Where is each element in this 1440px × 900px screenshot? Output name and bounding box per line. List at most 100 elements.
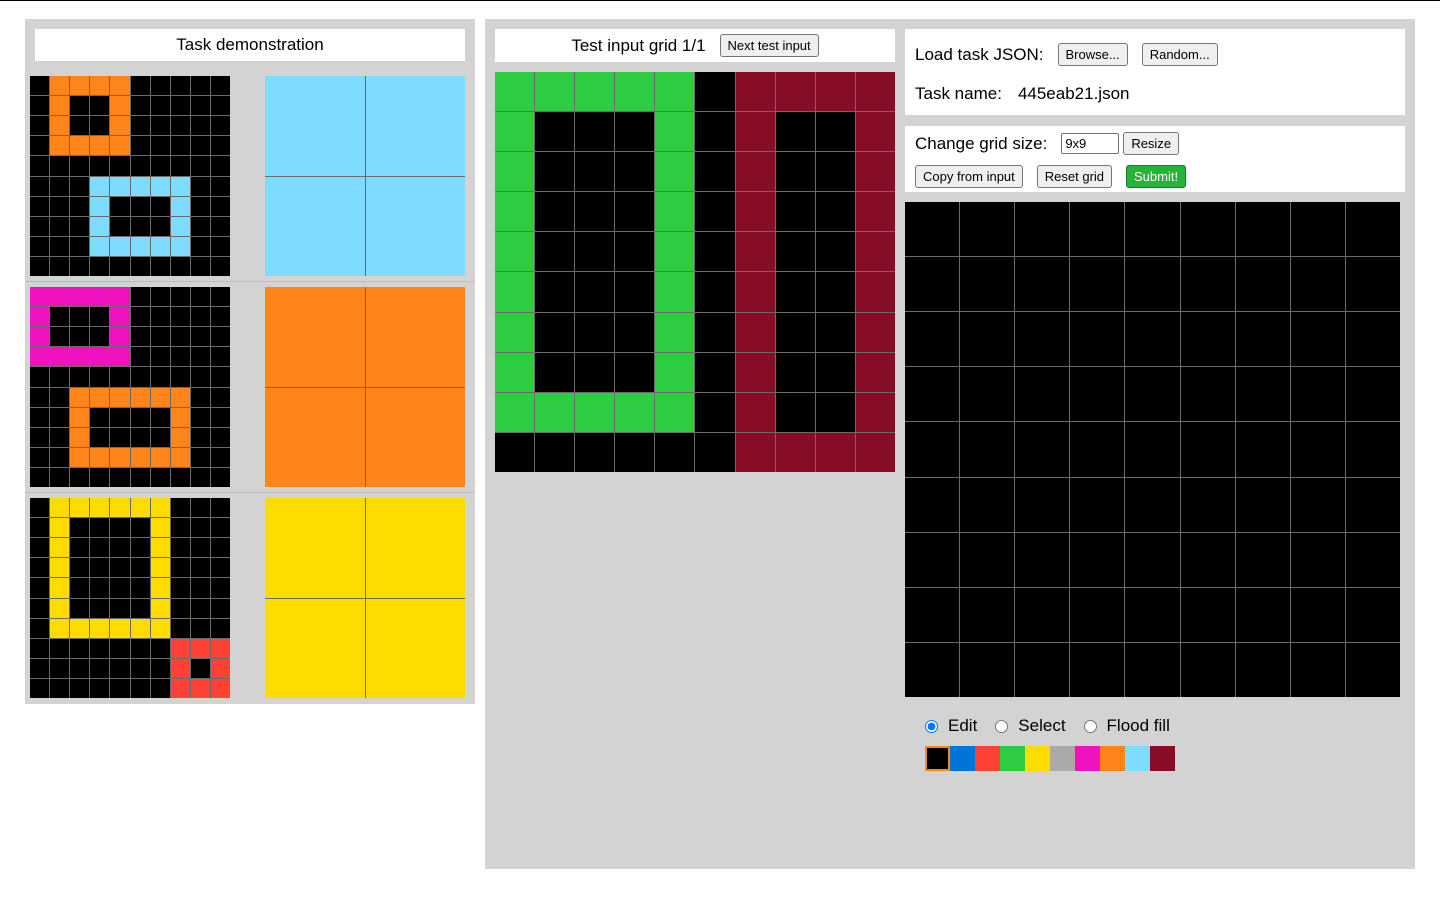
- grid-cell[interactable]: [1070, 202, 1125, 257]
- grid-cell[interactable]: [1345, 422, 1400, 477]
- grid-cell[interactable]: [1235, 257, 1290, 312]
- select-mode-radio[interactable]: [995, 719, 1009, 733]
- color-swatch[interactable]: [1075, 746, 1100, 771]
- grid-cell[interactable]: [1015, 312, 1070, 367]
- copy-from-input-button[interactable]: Copy from input: [915, 165, 1023, 188]
- grid-cell[interactable]: [1180, 532, 1235, 587]
- grid-cell[interactable]: [1290, 642, 1345, 697]
- grid-cell[interactable]: [1180, 422, 1235, 477]
- color-swatch[interactable]: [975, 746, 1000, 771]
- grid-cell[interactable]: [960, 202, 1015, 257]
- grid-cell[interactable]: [960, 532, 1015, 587]
- grid-cell[interactable]: [1015, 257, 1070, 312]
- grid-cell[interactable]: [1180, 477, 1235, 532]
- grid-cell[interactable]: [960, 587, 1015, 642]
- color-swatch[interactable]: [1050, 746, 1075, 771]
- grid-cell[interactable]: [1345, 477, 1400, 532]
- grid-cell[interactable]: [1235, 477, 1290, 532]
- grid-cell[interactable]: [1070, 312, 1125, 367]
- grid-cell[interactable]: [1015, 532, 1070, 587]
- reset-grid-button[interactable]: Reset grid: [1036, 165, 1113, 188]
- grid-cell[interactable]: [1015, 642, 1070, 697]
- grid-cell[interactable]: [1290, 532, 1345, 587]
- grid-cell[interactable]: [1015, 202, 1070, 257]
- grid-size-input[interactable]: [1061, 133, 1120, 154]
- color-swatch[interactable]: [1100, 746, 1125, 771]
- resize-button[interactable]: Resize: [1123, 132, 1180, 155]
- grid-cell[interactable]: [1125, 422, 1180, 477]
- grid-cell[interactable]: [1015, 587, 1070, 642]
- random-task-button[interactable]: Random...: [1141, 43, 1218, 66]
- grid-cell[interactable]: [905, 202, 960, 257]
- grid-cell[interactable]: [1180, 202, 1235, 257]
- next-test-input-button[interactable]: Next test input: [719, 34, 819, 57]
- color-swatch[interactable]: [1125, 746, 1150, 771]
- grid-cell[interactable]: [1070, 532, 1125, 587]
- grid-cell[interactable]: [1125, 367, 1180, 422]
- output-editor-grid[interactable]: [905, 202, 1400, 697]
- grid-cell[interactable]: [905, 422, 960, 477]
- grid-cell[interactable]: [905, 642, 960, 697]
- grid-cell[interactable]: [1345, 587, 1400, 642]
- grid-cell[interactable]: [1345, 642, 1400, 697]
- grid-cell[interactable]: [905, 532, 960, 587]
- grid-cell[interactable]: [1070, 587, 1125, 642]
- grid-cell[interactable]: [1015, 422, 1070, 477]
- grid-cell[interactable]: [905, 477, 960, 532]
- color-swatch[interactable]: [925, 746, 950, 771]
- grid-cell[interactable]: [1290, 422, 1345, 477]
- grid-cell[interactable]: [1290, 367, 1345, 422]
- grid-cell[interactable]: [1070, 257, 1125, 312]
- grid-cell[interactable]: [960, 642, 1015, 697]
- color-swatch[interactable]: [950, 746, 975, 771]
- grid-cell[interactable]: [1290, 312, 1345, 367]
- grid-cell[interactable]: [1235, 642, 1290, 697]
- grid-cell[interactable]: [905, 257, 960, 312]
- grid-cell[interactable]: [1070, 477, 1125, 532]
- grid-cell[interactable]: [1070, 642, 1125, 697]
- grid-cell[interactable]: [1070, 367, 1125, 422]
- grid-cell[interactable]: [1125, 477, 1180, 532]
- grid-cell[interactable]: [960, 477, 1015, 532]
- grid-cell[interactable]: [1070, 422, 1125, 477]
- grid-cell[interactable]: [960, 367, 1015, 422]
- grid-cell[interactable]: [1345, 257, 1400, 312]
- grid-cell[interactable]: [1125, 532, 1180, 587]
- grid-cell[interactable]: [905, 367, 960, 422]
- grid-cell[interactable]: [1180, 642, 1235, 697]
- grid-cell[interactable]: [1180, 367, 1235, 422]
- grid-cell[interactable]: [1235, 202, 1290, 257]
- grid-cell[interactable]: [1345, 367, 1400, 422]
- grid-cell[interactable]: [1235, 422, 1290, 477]
- grid-cell[interactable]: [960, 312, 1015, 367]
- grid-cell[interactable]: [1180, 587, 1235, 642]
- grid-cell[interactable]: [1235, 312, 1290, 367]
- grid-cell[interactable]: [1345, 202, 1400, 257]
- submit-button[interactable]: Submit!: [1126, 165, 1187, 188]
- grid-cell[interactable]: [905, 312, 960, 367]
- grid-cell[interactable]: [1235, 532, 1290, 587]
- grid-cell[interactable]: [1345, 532, 1400, 587]
- color-swatch[interactable]: [1025, 746, 1050, 771]
- grid-cell[interactable]: [1235, 367, 1290, 422]
- grid-cell[interactable]: [1015, 477, 1070, 532]
- grid-cell[interactable]: [1125, 202, 1180, 257]
- grid-cell[interactable]: [1180, 257, 1235, 312]
- grid-cell[interactable]: [1125, 642, 1180, 697]
- color-swatch[interactable]: [1000, 746, 1025, 771]
- grid-cell[interactable]: [1290, 587, 1345, 642]
- grid-cell[interactable]: [1125, 312, 1180, 367]
- grid-cell[interactable]: [905, 587, 960, 642]
- flood-fill-mode-radio[interactable]: [1083, 719, 1097, 733]
- grid-cell[interactable]: [1345, 312, 1400, 367]
- grid-cell[interactable]: [960, 257, 1015, 312]
- grid-cell[interactable]: [1180, 312, 1235, 367]
- grid-cell[interactable]: [1125, 587, 1180, 642]
- browse-button[interactable]: Browse...: [1057, 43, 1128, 66]
- color-swatch[interactable]: [1150, 746, 1175, 771]
- grid-cell[interactable]: [960, 422, 1015, 477]
- grid-cell[interactable]: [1125, 257, 1180, 312]
- grid-cell[interactable]: [1290, 202, 1345, 257]
- grid-cell[interactable]: [1290, 257, 1345, 312]
- grid-cell[interactable]: [1235, 587, 1290, 642]
